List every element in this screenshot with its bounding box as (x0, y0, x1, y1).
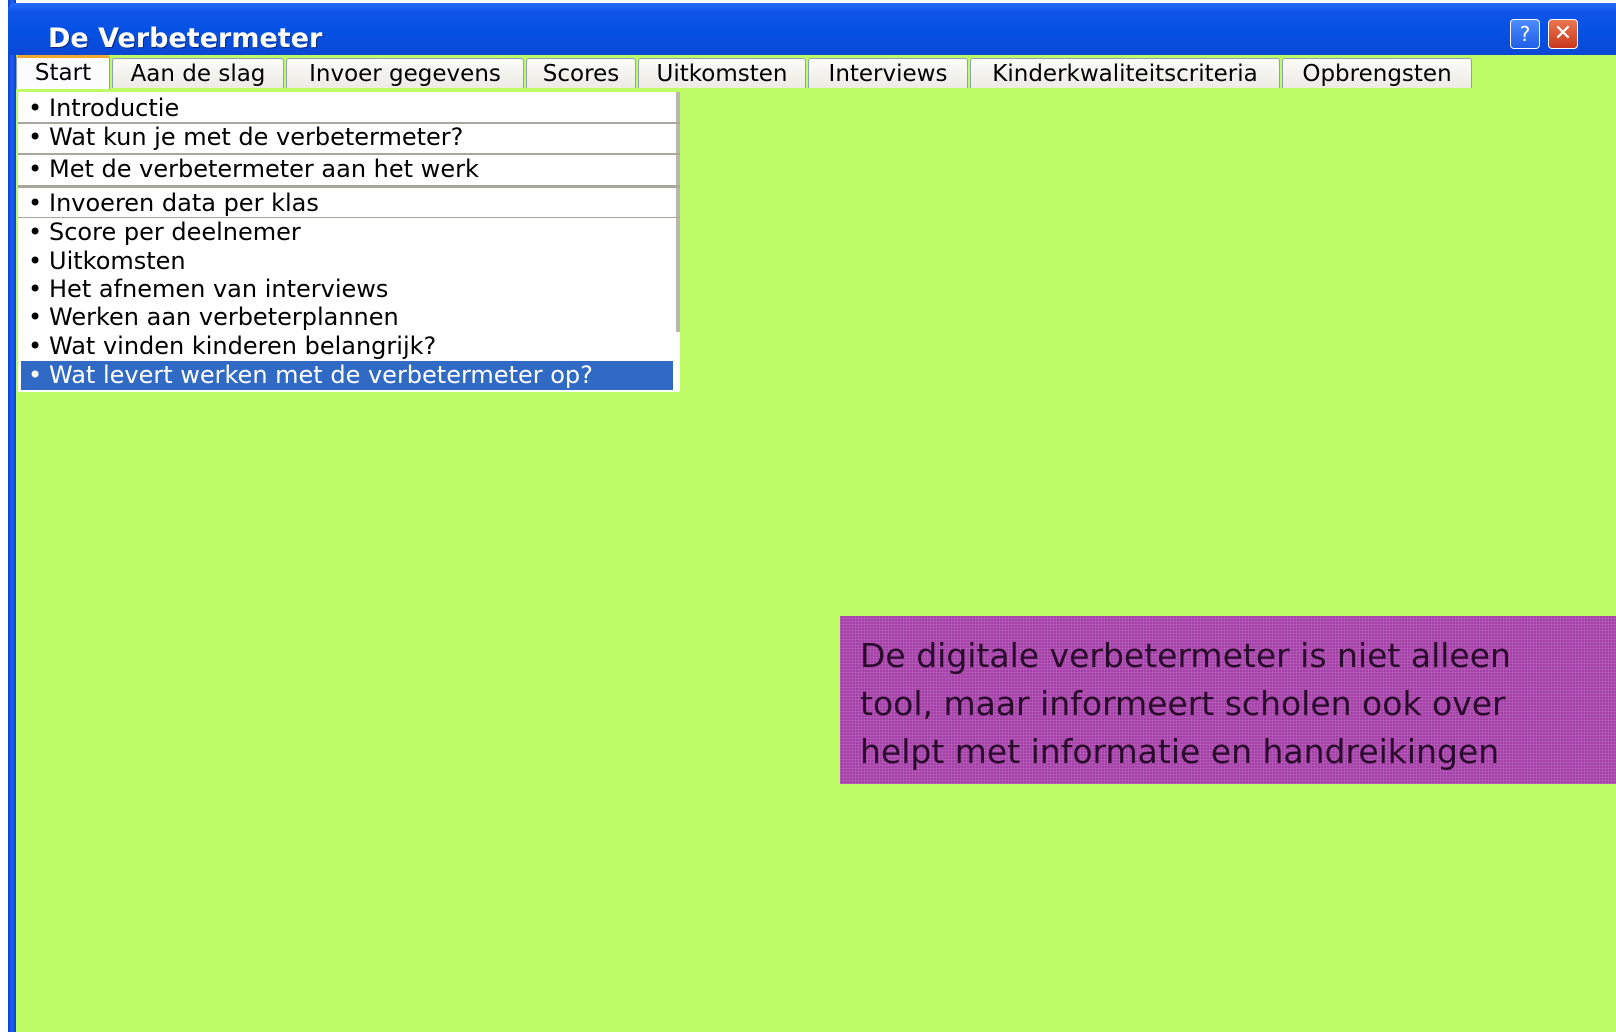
close-icon: ✕ (1553, 21, 1573, 46)
topic-list: • Introductie • Wat kun je met de verbeter… (18, 92, 680, 392)
list-item-label: Wat kun je met de verbetermeter? (49, 123, 464, 151)
list-item-score-per-deelnemer[interactable]: • Score per deelnemer (18, 218, 678, 246)
bullet: • (28, 155, 43, 183)
divider (18, 185, 680, 188)
window-frame-left (8, 0, 16, 1032)
bullet: • (28, 189, 43, 217)
bullet: • (28, 247, 43, 275)
screen-edge (0, 0, 8, 1032)
list-item-label: Score per deelnemer (49, 218, 301, 246)
list-item-invoeren-data[interactable]: • Invoeren data per klas (18, 189, 678, 217)
tab-invoer-gegevens[interactable]: Invoer gegevens (286, 58, 524, 88)
tab-kinderkwaliteitscriteria[interactable]: Kinderkwaliteitscriteria (970, 58, 1280, 88)
list-item-label: Het afnemen van interviews (49, 275, 389, 303)
list-item-opbrengst-selected[interactable]: • Wat levert werken met de verbetermeter … (21, 361, 673, 390)
bullet: • (28, 275, 43, 303)
list-item-label: Met de verbetermeter aan het werk (49, 155, 479, 183)
app-window: De Verbetermeter ? ✕ Start Aan de slag I… (0, 0, 1616, 1032)
tab-opbrengsten[interactable]: Opbrengsten (1282, 58, 1472, 88)
bullet: • (28, 303, 43, 331)
title-bar[interactable]: De Verbetermeter ? ✕ (8, 3, 1616, 55)
tab-scores[interactable]: Scores (526, 58, 636, 88)
list-item-label: Wat levert werken met de verbetermeter o… (49, 361, 593, 389)
window-title: De Verbetermeter (48, 23, 323, 54)
list-item-wat-kun-je[interactable]: • Wat kun je met de verbetermeter? (18, 123, 678, 153)
bullet: • (28, 361, 43, 389)
tab-start[interactable]: Start (16, 55, 110, 89)
help-button[interactable]: ? (1510, 19, 1540, 49)
client-area: Start Aan de slag Invoer gegevens Scores… (16, 55, 1616, 1032)
close-button[interactable]: ✕ (1548, 19, 1578, 49)
list-item-label: Invoeren data per klas (49, 189, 319, 217)
list-item-label: Uitkomsten (49, 247, 186, 275)
info-message-text: De digitale verbetermeter is niet alleen… (860, 636, 1511, 771)
bullet: • (28, 332, 43, 360)
list-item-introductie[interactable]: • Introductie (18, 94, 678, 123)
list-item-interviews[interactable]: • Het afnemen van interviews (18, 275, 678, 303)
list-item-aan-het-werk[interactable]: • Met de verbetermeter aan het werk (18, 155, 678, 185)
tab-strip: Start Aan de slag Invoer gegevens Scores… (16, 55, 1616, 89)
list-item-uitkomsten[interactable]: • Uitkomsten (18, 247, 678, 275)
list-item-kinderen-belangrijk[interactable]: • Wat vinden kinderen belangrijk? (18, 332, 678, 360)
tab-interviews[interactable]: Interviews (808, 58, 968, 88)
bullet: • (28, 218, 43, 246)
bullet: • (28, 123, 43, 151)
bullet: • (28, 94, 43, 122)
list-item-label: Introductie (49, 94, 180, 122)
list-item-label: Wat vinden kinderen belangrijk? (49, 332, 437, 360)
tab-uitkomsten[interactable]: Uitkomsten (638, 58, 806, 88)
tab-aan-de-slag[interactable]: Aan de slag (112, 58, 284, 88)
info-message: De digitale verbetermeter is niet alleen… (840, 616, 1616, 784)
help-icon: ? (1519, 22, 1531, 46)
list-item-label: Werken aan verbeterplannen (49, 303, 399, 331)
list-item-verbeterplannen[interactable]: • Werken aan verbeterplannen (18, 303, 678, 331)
